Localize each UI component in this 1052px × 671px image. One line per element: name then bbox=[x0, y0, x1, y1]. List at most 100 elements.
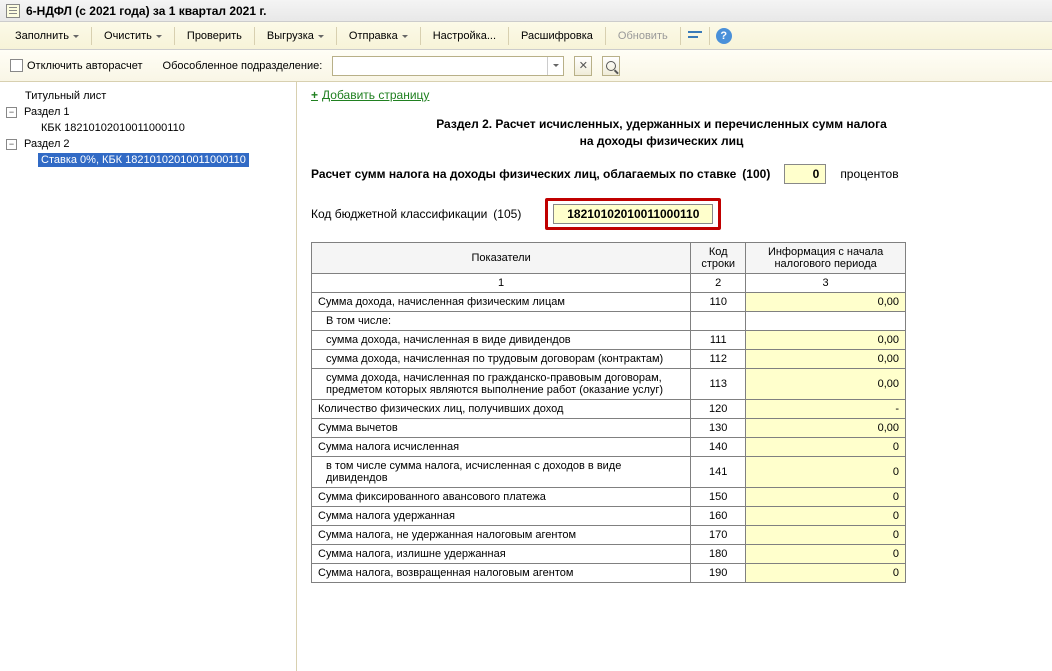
code-cell: 150 bbox=[691, 487, 746, 506]
code-cell: 112 bbox=[691, 349, 746, 368]
add-page-link[interactable]: + Добавить страницу bbox=[311, 88, 429, 102]
align-icon bbox=[688, 29, 702, 43]
kbk-value-input[interactable]: 18210102010011000110 bbox=[553, 204, 713, 224]
code-cell bbox=[691, 311, 746, 330]
fill-button[interactable]: Заполнить bbox=[6, 26, 88, 46]
th-indicator: Показатели bbox=[312, 242, 691, 273]
value-cell[interactable]: 0,00 bbox=[746, 368, 906, 399]
division-input[interactable] bbox=[333, 57, 547, 75]
division-dropdown-icon[interactable] bbox=[547, 57, 563, 75]
table-row: В том числе: bbox=[312, 311, 906, 330]
table-row: Количество физических лиц, получивших до… bbox=[312, 399, 906, 418]
division-clear-button[interactable]: ✕ bbox=[574, 56, 592, 76]
code-cell: 141 bbox=[691, 456, 746, 487]
rate-label: Расчет сумм налога на доходы физических … bbox=[311, 167, 736, 181]
value-cell bbox=[746, 311, 906, 330]
settings-button[interactable]: Настройка... bbox=[424, 26, 505, 46]
rate-unit: процентов bbox=[840, 167, 898, 181]
kbk-label: Код бюджетной классификации bbox=[311, 207, 487, 221]
tree-collapse-icon[interactable]: − bbox=[6, 107, 17, 118]
value-cell[interactable]: 0 bbox=[746, 506, 906, 525]
division-label: Обособленное подразделение: bbox=[163, 60, 323, 72]
indicator-cell: Сумма налога удержанная bbox=[312, 506, 691, 525]
add-page-label: Добавить страницу bbox=[322, 88, 429, 102]
code-cell: 111 bbox=[691, 330, 746, 349]
tree-section2-rate[interactable]: Ставка 0%, КБК 18210102010011000110 bbox=[4, 152, 292, 168]
th-num-3: 3 bbox=[746, 273, 906, 292]
kbk-code: (105) bbox=[493, 207, 521, 221]
disable-autocalc-checkbox[interactable] bbox=[10, 59, 23, 72]
kbk-line: Код бюджетной классификации (105) 182101… bbox=[311, 198, 1012, 230]
tree-section1-kbk[interactable]: КБК 18210102010011000110 bbox=[4, 120, 292, 136]
indicators-table: Показатели Код строки Информация с начал… bbox=[311, 242, 906, 583]
code-cell: 170 bbox=[691, 525, 746, 544]
document-icon bbox=[6, 4, 20, 18]
update-button[interactable]: Обновить bbox=[609, 26, 677, 46]
main-toolbar: Заполнить Очистить Проверить Выгрузка От… bbox=[0, 22, 1052, 50]
value-cell[interactable]: - bbox=[746, 399, 906, 418]
table-row: сумма дохода, начисленная по гражданско-… bbox=[312, 368, 906, 399]
value-cell[interactable]: 0 bbox=[746, 456, 906, 487]
table-row: Сумма налога, возвращенная налоговым аге… bbox=[312, 563, 906, 582]
indicator-cell: Сумма фиксированного авансового платежа bbox=[312, 487, 691, 506]
table-row: Сумма налога исчисленная1400 bbox=[312, 437, 906, 456]
table-row: Сумма налога, не удержанная налоговым аг… bbox=[312, 525, 906, 544]
indicator-cell: Сумма дохода, начисленная физическим лиц… bbox=[312, 292, 691, 311]
decode-button[interactable]: Расшифровка bbox=[512, 26, 602, 46]
table-row: Сумма фиксированного авансового платежа1… bbox=[312, 487, 906, 506]
value-cell[interactable]: 0,00 bbox=[746, 349, 906, 368]
th-num-2: 2 bbox=[691, 273, 746, 292]
code-cell: 140 bbox=[691, 437, 746, 456]
code-cell: 130 bbox=[691, 418, 746, 437]
value-cell[interactable]: 0 bbox=[746, 563, 906, 582]
align-icon-button[interactable] bbox=[684, 25, 706, 47]
export-button[interactable]: Выгрузка bbox=[258, 26, 333, 46]
indicator-cell: сумма дохода, начисленная по гражданско-… bbox=[312, 368, 691, 399]
tree-collapse-icon[interactable]: − bbox=[6, 139, 17, 150]
plus-icon: + bbox=[311, 88, 318, 102]
disable-autocalc-label: Отключить авторасчет bbox=[27, 60, 143, 72]
tree-section2[interactable]: − Раздел 2 bbox=[4, 136, 292, 152]
table-row: сумма дохода, начисленная по трудовым до… bbox=[312, 349, 906, 368]
code-cell: 160 bbox=[691, 506, 746, 525]
table-row: в том числе сумма налога, исчисленная с … bbox=[312, 456, 906, 487]
clear-button[interactable]: Очистить bbox=[95, 26, 171, 46]
content-area: + Добавить страницу Раздел 2. Расчет исч… bbox=[297, 82, 1052, 671]
tree-title-page[interactable]: Титульный лист bbox=[4, 88, 292, 104]
value-cell[interactable]: 0,00 bbox=[746, 330, 906, 349]
th-code: Код строки bbox=[691, 242, 746, 273]
indicator-cell: Сумма вычетов bbox=[312, 418, 691, 437]
window-titlebar: 6-НДФЛ (с 2021 года) за 1 квартал 2021 г… bbox=[0, 0, 1052, 22]
indicator-cell: Сумма налога, возвращенная налоговым аге… bbox=[312, 563, 691, 582]
sidebar: Титульный лист − Раздел 1 КБК 1821010201… bbox=[0, 82, 297, 671]
value-cell[interactable]: 0,00 bbox=[746, 418, 906, 437]
main-area: Титульный лист − Раздел 1 КБК 1821010201… bbox=[0, 82, 1052, 671]
th-info: Информация с начала налогового периода bbox=[746, 242, 906, 273]
division-search-button[interactable] bbox=[602, 56, 620, 76]
clear-icon: ✕ bbox=[579, 59, 588, 72]
code-cell: 120 bbox=[691, 399, 746, 418]
division-combo[interactable] bbox=[332, 56, 564, 76]
check-button[interactable]: Проверить bbox=[178, 26, 251, 46]
indicator-cell: Количество физических лиц, получивших до… bbox=[312, 399, 691, 418]
send-button[interactable]: Отправка bbox=[340, 26, 417, 46]
value-cell[interactable]: 0 bbox=[746, 525, 906, 544]
value-cell[interactable]: 0 bbox=[746, 487, 906, 506]
tree-section1[interactable]: − Раздел 1 bbox=[4, 104, 292, 120]
table-row: Сумма налога, излишне удержанная1800 bbox=[312, 544, 906, 563]
help-icon: ? bbox=[716, 28, 732, 44]
value-cell[interactable]: 0 bbox=[746, 544, 906, 563]
rate-value-input[interactable]: 0 bbox=[784, 164, 826, 184]
code-cell: 113 bbox=[691, 368, 746, 399]
code-cell: 190 bbox=[691, 563, 746, 582]
nav-tree: Титульный лист − Раздел 1 КБК 1821010201… bbox=[0, 86, 296, 170]
indicator-cell: сумма дохода, начисленная по трудовым до… bbox=[312, 349, 691, 368]
indicator-cell: Сумма налога, не удержанная налоговым аг… bbox=[312, 525, 691, 544]
value-cell[interactable]: 0,00 bbox=[746, 292, 906, 311]
search-icon bbox=[606, 61, 616, 71]
table-row: Сумма дохода, начисленная физическим лиц… bbox=[312, 292, 906, 311]
help-button[interactable]: ? bbox=[713, 25, 735, 47]
disable-autocalc-option[interactable]: Отключить авторасчет bbox=[10, 59, 143, 72]
value-cell[interactable]: 0 bbox=[746, 437, 906, 456]
options-bar: Отключить авторасчет Обособленное подраз… bbox=[0, 50, 1052, 82]
